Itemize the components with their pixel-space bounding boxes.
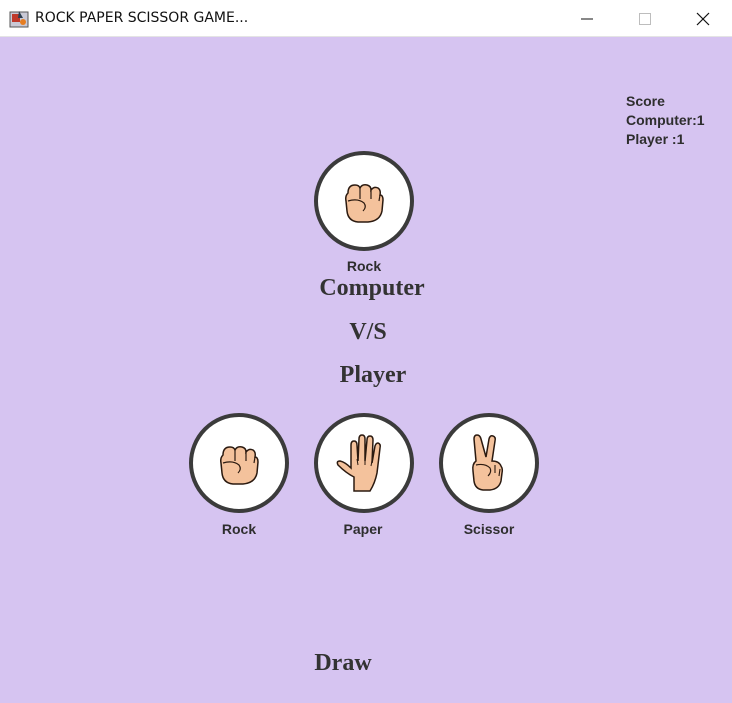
rock-button[interactable] <box>189 413 289 513</box>
computer-choice-label: Rock <box>346 258 382 274</box>
player-score: Player :1 <box>626 131 685 147</box>
rock-hand-icon <box>220 446 259 485</box>
window-title: ROCK PAPER SCISSOR GAME... <box>35 10 249 26</box>
rock-label[interactable]: Rock <box>179 521 299 537</box>
window-titlebar[interactable]: ROCK PAPER SCISSOR GAME... <box>0 0 732 37</box>
result-text: Draw <box>314 650 372 676</box>
maximize-icon <box>639 13 651 25</box>
computer-score: Computer:1 <box>626 112 705 128</box>
player-heading: Player <box>339 362 407 388</box>
game-panel: Score Computer:1 Player :1 Rock Computer… <box>0 37 732 703</box>
computer-choice-display <box>314 151 414 251</box>
java-app-icon <box>9 9 29 29</box>
minimize-icon <box>581 18 593 20</box>
score-heading: Score <box>626 93 665 109</box>
rock-hand-icon <box>345 184 384 223</box>
paper-hand-icon <box>336 434 381 492</box>
scissor-button[interactable] <box>439 413 539 513</box>
computer-heading: Computer <box>319 275 425 301</box>
paper-label[interactable]: Paper <box>303 521 423 537</box>
vs-heading: V/S <box>349 319 387 345</box>
close-button[interactable] <box>674 0 732 37</box>
maximize-button[interactable] <box>616 0 674 37</box>
scissor-label[interactable]: Scissor <box>429 521 549 537</box>
paper-button[interactable] <box>314 413 414 513</box>
score-panel: Score Computer:1 Player :1 <box>626 92 705 149</box>
scissor-hand-icon <box>472 434 504 491</box>
minimize-button[interactable] <box>558 0 616 37</box>
close-icon <box>696 12 710 26</box>
